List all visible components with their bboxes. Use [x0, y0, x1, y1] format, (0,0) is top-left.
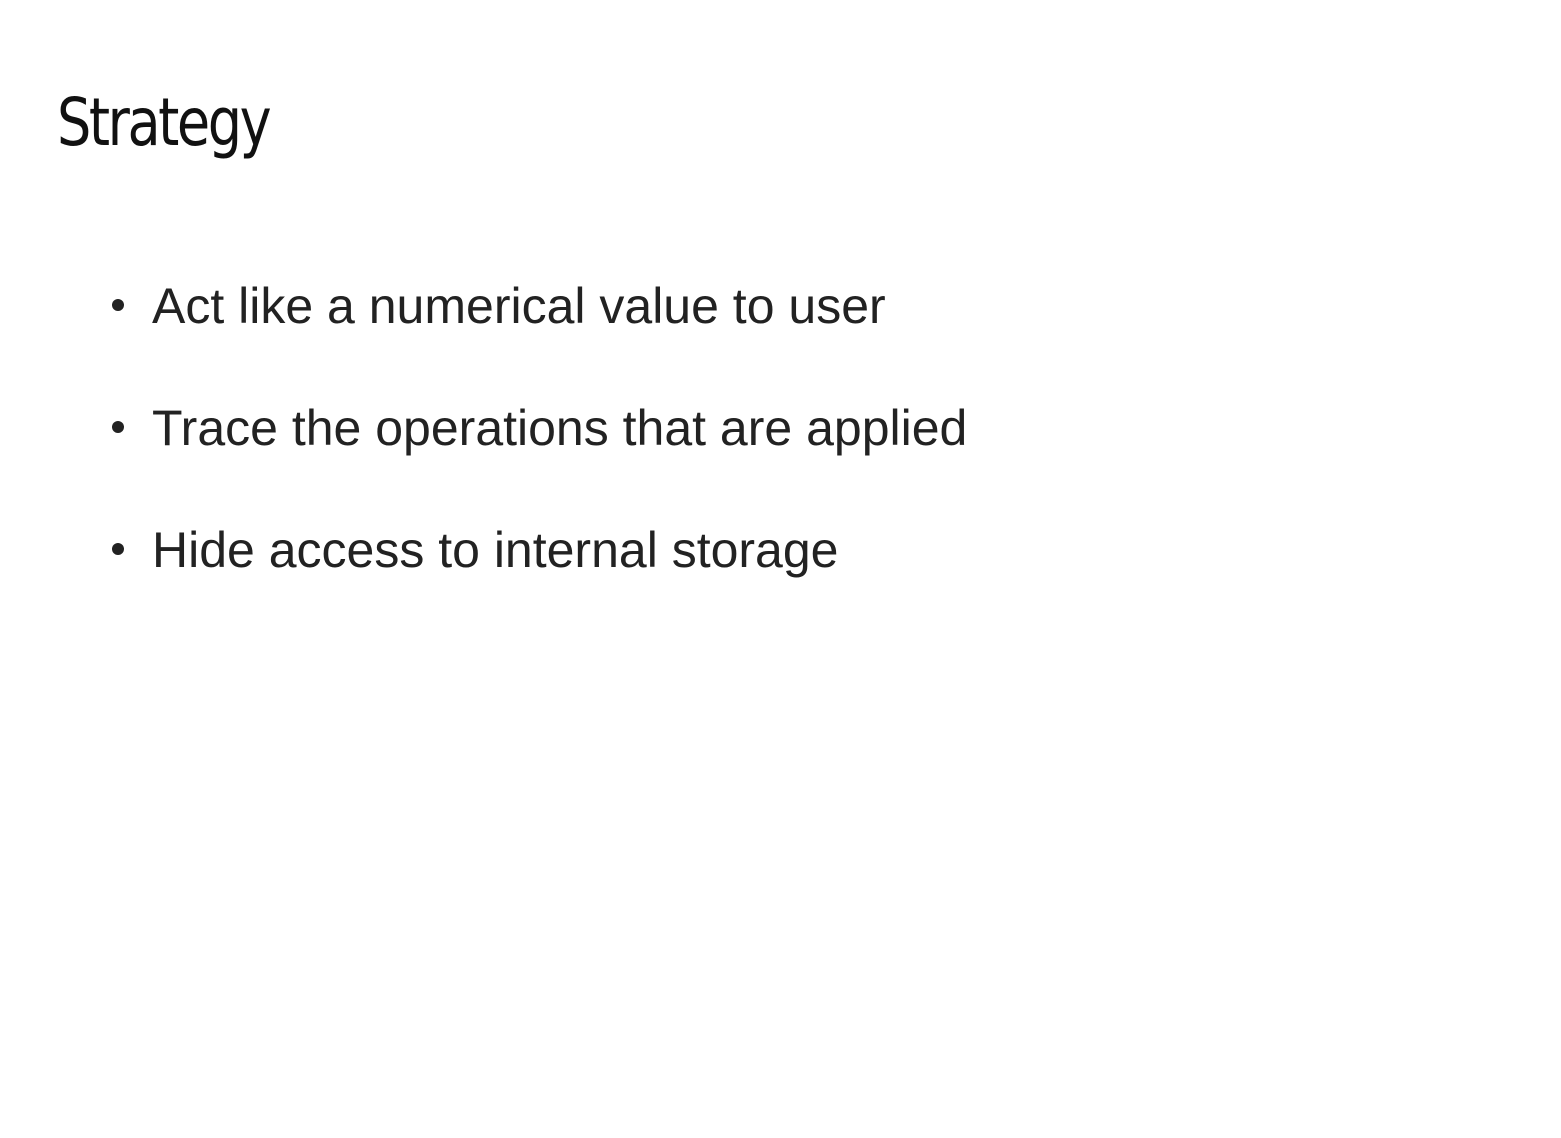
bullet-point-icon	[112, 299, 124, 311]
bullet-point-icon	[112, 421, 124, 433]
bullet-text: Act like a numerical value to user	[152, 278, 886, 334]
bullet-point-icon	[112, 543, 124, 555]
bullet-text: Hide access to internal storage	[152, 522, 839, 578]
slide-title: Strategy	[57, 84, 272, 161]
bullet-text: Trace the operations that are applied	[152, 400, 968, 456]
slide: Strategy Act like a numerical value to u…	[0, 0, 1561, 1138]
